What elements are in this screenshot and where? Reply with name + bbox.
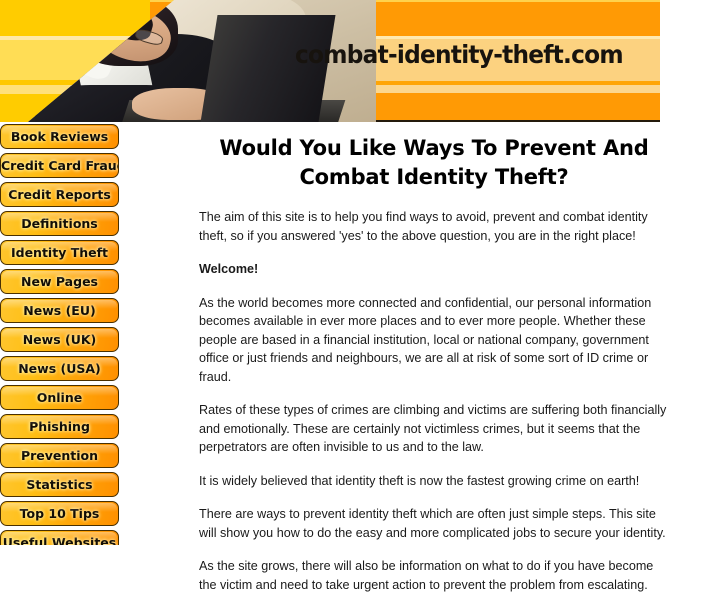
- site-title: combat-identity-theft.com: [295, 40, 624, 69]
- sidebar-item-news-usa[interactable]: News (USA): [0, 356, 119, 381]
- sidebar-item-prevention[interactable]: Prevention: [0, 443, 119, 468]
- sidebar-item-new-pages[interactable]: New Pages: [0, 269, 119, 294]
- sidebar-item-news-eu[interactable]: News (EU): [0, 298, 119, 323]
- sidebar-item-credit-reports[interactable]: Credit Reports: [0, 182, 119, 207]
- welcome-heading: Welcome!: [199, 262, 259, 276]
- sidebar-item-book-reviews[interactable]: Book Reviews: [0, 124, 119, 149]
- sidebar-item-definitions[interactable]: Definitions: [0, 211, 119, 236]
- body-paragraph: It is widely believed that identity thef…: [199, 473, 640, 488]
- sidebar-item-online[interactable]: Online: [0, 385, 119, 410]
- body-paragraph: As the site grows, there will also be in…: [199, 559, 654, 592]
- sidebar-item-top-10-tips[interactable]: Top 10 Tips: [0, 501, 119, 526]
- body-paragraph: Rates of these types of crimes are climb…: [199, 403, 667, 454]
- body-paragraph: The aim of this site is to help you find…: [199, 210, 648, 243]
- article-body: The aim of this site is to help you find…: [199, 208, 669, 594]
- site-banner: combat-identity-theft.com: [0, 0, 660, 122]
- sidebar-item-phishing[interactable]: Phishing: [0, 414, 119, 439]
- page-title: Would You Like Ways To Prevent And Comba…: [219, 136, 649, 189]
- sidebar-navigation: Book Reviews Credit Card Fraud Credit Repo…: [0, 124, 121, 545]
- body-paragraph: There are ways to prevent identity theft…: [199, 507, 666, 540]
- main-content: Would You Like Ways To Prevent And Comba…: [199, 134, 669, 609]
- sidebar-item-statistics[interactable]: Statistics: [0, 472, 119, 497]
- sidebar-item-identity-theft[interactable]: Identity Theft: [0, 240, 119, 265]
- sidebar-item-news-uk[interactable]: News (UK): [0, 327, 119, 352]
- body-paragraph: As the world becomes more connected and …: [199, 295, 652, 384]
- sidebar-item-useful-websites[interactable]: Useful Websites: [0, 530, 119, 545]
- sidebar-item-credit-card-fraud[interactable]: Credit Card Fraud: [0, 153, 119, 178]
